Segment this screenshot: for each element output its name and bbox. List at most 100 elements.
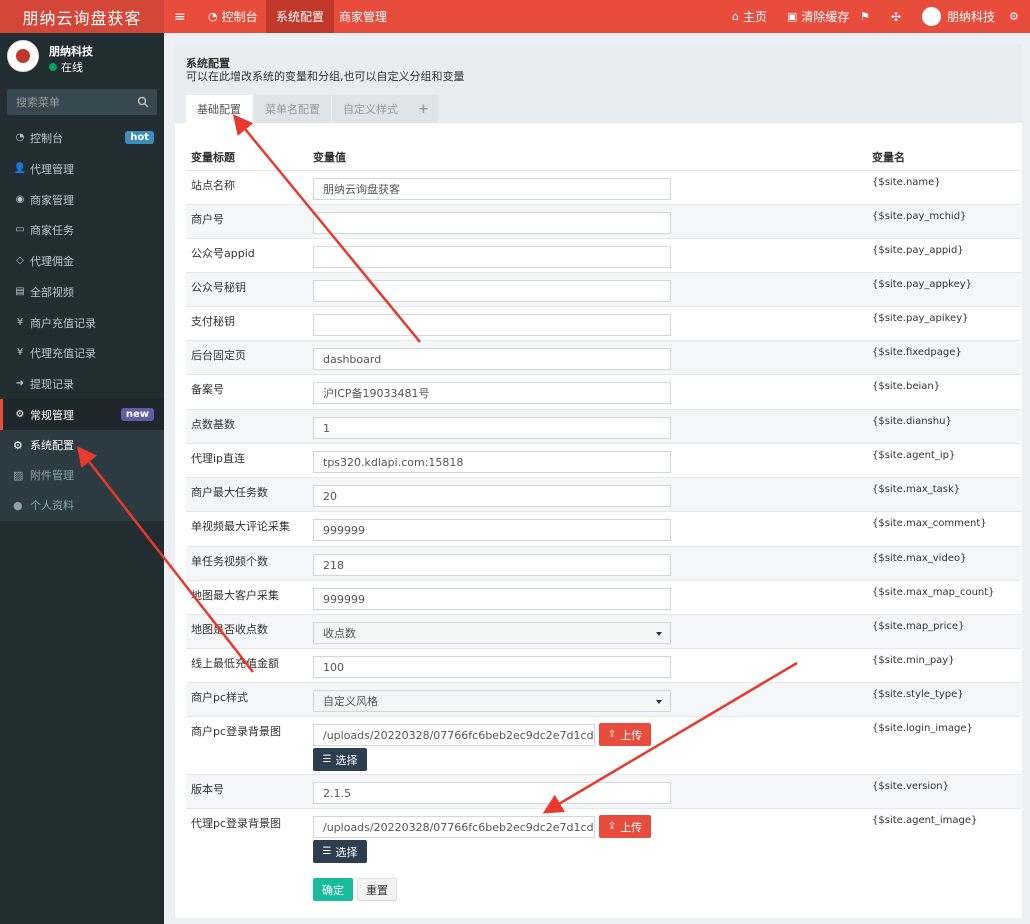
sidebar-item-label: 个人资料 bbox=[30, 499, 74, 512]
sidebar-item-merchant-recharge[interactable]: ¥ 商户充值记录 bbox=[0, 307, 164, 338]
select-file-button[interactable]: ☰ 选择 bbox=[313, 840, 367, 863]
user-menu[interactable]: 朋纳科技 bbox=[922, 0, 995, 33]
row-value-field[interactable]: 朋纳云询盘获客 bbox=[313, 178, 671, 200]
tab-custom-style[interactable]: 自定义样式 bbox=[332, 95, 409, 123]
row-variable-name: {$site.agent_ip} bbox=[872, 450, 956, 461]
sidebar-item-label: 系统配置 bbox=[30, 439, 74, 452]
table-row: 点数基数 1 {$site.dianshu} bbox=[186, 409, 1021, 443]
sidebar-item-dashboard[interactable]: ◔ 控制台 hot bbox=[0, 122, 164, 153]
row-value-field[interactable] bbox=[313, 314, 671, 336]
row-value-field[interactable]: /uploads/20220328/07766fc6beb2ec9dc2e7d1… bbox=[313, 724, 595, 746]
column-header-value: 变量值 bbox=[313, 151, 346, 164]
nav-merchant-manage-label: 商家管理 bbox=[339, 10, 388, 24]
language-button[interactable]: ⚑ bbox=[860, 0, 870, 33]
ok-button[interactable]: 确定 bbox=[313, 878, 353, 901]
menu-icon: ≡ bbox=[174, 8, 186, 25]
input-value: 朋纳云询盘获客 bbox=[323, 183, 400, 196]
row-value-field[interactable]: dashboard bbox=[313, 348, 671, 370]
search-input[interactable] bbox=[7, 89, 132, 115]
row-label: 点数基数 bbox=[191, 418, 235, 431]
upload-icon: ⇪ bbox=[607, 821, 617, 832]
row-label: 商户pc登录背景图 bbox=[191, 725, 282, 738]
row-value-field[interactable]: tps320.kdlapi.com:15818 bbox=[313, 451, 671, 473]
upload-label: 上传 bbox=[620, 728, 643, 742]
user-plus-icon: 👤 bbox=[13, 163, 27, 174]
content-area: 系统配置 可以在此增改系统的变量和分组,也可以自定义分组和变量 基础配置 菜单名… bbox=[164, 33, 1030, 924]
column-header-name: 变量名 bbox=[872, 151, 905, 164]
row-value-field[interactable]: 999999 bbox=[313, 588, 671, 610]
row-value-field[interactable]: /uploads/20220328/07766fc6beb2ec9dc2e7d1… bbox=[313, 816, 595, 838]
tab-menu-names[interactable]: 菜单名配置 bbox=[254, 95, 331, 123]
nav-dashboard[interactable]: ◔ 控制台 bbox=[200, 0, 266, 33]
nav-merchant-manage[interactable]: 商家管理 bbox=[330, 0, 396, 33]
row-value-field[interactable]: 2.1.5 bbox=[313, 782, 671, 804]
sidebar-item-attachments[interactable]: ▨ 附件管理 bbox=[0, 460, 164, 490]
row-value-field[interactable]: 20 bbox=[313, 485, 671, 507]
row-label: 单视频最大评论采集 bbox=[191, 520, 290, 533]
row-value-field[interactable]: 收点数 bbox=[313, 622, 671, 644]
row-value-field[interactable]: 1 bbox=[313, 417, 671, 439]
sidebar-item-videos[interactable]: ▤ 全部视频 bbox=[0, 276, 164, 307]
row-value-field[interactable]: 100 bbox=[313, 656, 671, 678]
home-link[interactable]: ⌂ 主页 bbox=[732, 0, 767, 33]
sidebar-item-agent[interactable]: 👤 代理管理 bbox=[0, 153, 164, 184]
fullscreen-button[interactable]: ✣ bbox=[891, 0, 901, 33]
sidebar-item-label: 商家管理 bbox=[30, 193, 74, 207]
speedometer-icon: ◔ bbox=[15, 132, 25, 143]
app-logo[interactable]: 朋纳云询盘获客 bbox=[0, 0, 164, 33]
select-file-button[interactable]: ☰ 选择 bbox=[313, 748, 367, 771]
reset-button[interactable]: 重置 bbox=[357, 878, 397, 901]
row-value-field[interactable]: 218 bbox=[313, 554, 671, 576]
file-icon: ▤ bbox=[15, 286, 25, 297]
input-value: 999999 bbox=[323, 523, 365, 537]
row-value-field[interactable]: 自定义风格 bbox=[313, 690, 671, 712]
column-header-title: 变量标题 bbox=[191, 151, 235, 164]
row-variable-name: {$site.max_comment} bbox=[872, 518, 987, 529]
input-value: 999999 bbox=[323, 592, 365, 606]
diamond-icon: ◇ bbox=[16, 255, 24, 266]
settings-button[interactable]: ⚙ bbox=[1009, 0, 1019, 33]
user-name: 朋纳科技 bbox=[49, 45, 93, 58]
input-value: 100 bbox=[323, 660, 344, 674]
sidebar-item-withdraw[interactable]: ➜ 提现记录 bbox=[0, 368, 164, 399]
clear-cache-button[interactable]: ▣ 清除缓存 bbox=[787, 0, 849, 33]
row-label: 站点名称 bbox=[191, 179, 235, 192]
language-icon: ⚑ bbox=[860, 10, 870, 23]
upload-button[interactable]: ⇪ 上传 bbox=[599, 723, 651, 746]
row-value-field[interactable] bbox=[313, 246, 671, 268]
sign-in-icon: ➜ bbox=[15, 378, 25, 389]
sidebar-item-profile[interactable]: ● 个人资料 bbox=[0, 490, 164, 520]
sidebar-toggle-button[interactable]: ≡ bbox=[174, 0, 186, 33]
upload-button[interactable]: ⇪ 上传 bbox=[599, 815, 651, 838]
row-label: 代理ip直连 bbox=[191, 452, 246, 465]
search-icon[interactable] bbox=[137, 96, 149, 108]
sidebar-item-commission[interactable]: ◇ 代理佣金 bbox=[0, 245, 164, 276]
row-variable-name: {$site.max_map_count} bbox=[872, 587, 995, 598]
hot-badge: hot bbox=[125, 131, 154, 144]
sidebar-item-merchant[interactable]: ◉ 商家管理 bbox=[0, 184, 164, 215]
row-value-field[interactable] bbox=[313, 212, 671, 234]
input-value: tps320.kdlapi.com:15818 bbox=[323, 455, 464, 469]
row-label: 备案号 bbox=[191, 383, 224, 396]
tab-basic[interactable]: 基础配置 bbox=[186, 95, 252, 123]
tab-add[interactable]: + bbox=[409, 95, 438, 123]
row-label: 地图最大客户采集 bbox=[191, 589, 279, 602]
row-value-field[interactable]: 沪ICP备19033481号 bbox=[313, 382, 671, 404]
row-value-field[interactable] bbox=[313, 280, 671, 302]
table-row: 商户pc登录背景图/uploads/20220328/07766fc6beb2e… bbox=[186, 716, 1021, 774]
sidebar-item-general[interactable]: ⚙ 常规管理 new bbox=[0, 399, 164, 430]
sidebar-item-merchant-task[interactable]: ▭ 商家任务 bbox=[0, 214, 164, 245]
sidebar-item-label: 控制台 bbox=[30, 131, 63, 145]
nav-system-config[interactable]: 系统配置 bbox=[266, 0, 335, 33]
sidebar-item-agent-recharge[interactable]: ¥ 代理充值记录 bbox=[0, 337, 164, 368]
row-value-field[interactable]: 999999 bbox=[313, 519, 671, 541]
input-value: 2.1.5 bbox=[323, 786, 351, 800]
input-value: 沪ICP备19033481号 bbox=[323, 387, 430, 400]
row-label: 后台固定页 bbox=[191, 349, 246, 362]
row-variable-name: {$site.login_image} bbox=[872, 723, 973, 734]
sidebar-item-system-config[interactable]: ⚙ 系统配置 bbox=[0, 430, 164, 460]
table-row: 公众号appid {$site.pay_appid} bbox=[186, 238, 1021, 272]
row-label: 支付秘钥 bbox=[191, 315, 235, 328]
file-path-value: /uploads/20220328/07766fc6beb2ec9dc2e7d1… bbox=[323, 820, 594, 834]
table-row: 支付秘钥 {$site.pay_apikey} bbox=[186, 306, 1021, 340]
